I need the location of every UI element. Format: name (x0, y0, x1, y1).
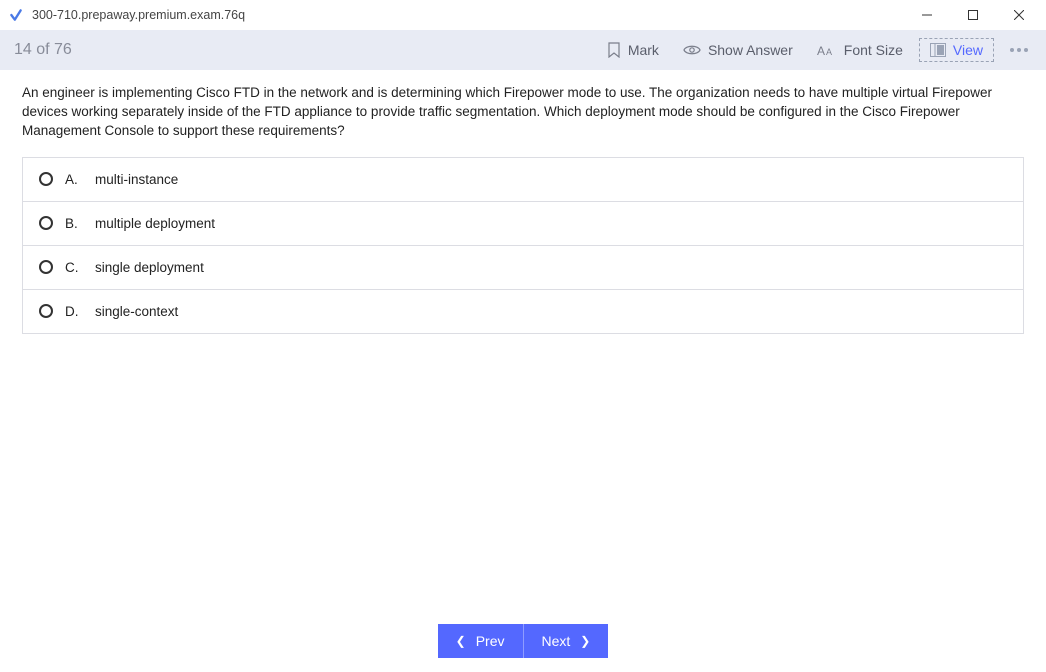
option-a[interactable]: A. multi-instance (23, 158, 1023, 201)
title-bar: 300-710.prepaway.premium.exam.76q (0, 0, 1046, 30)
option-c[interactable]: C. single deployment (23, 245, 1023, 289)
mark-label: Mark (628, 42, 659, 58)
question-text: An engineer is implementing Cisco FTD in… (22, 84, 1024, 141)
radio-icon (39, 260, 53, 274)
option-text: single deployment (95, 260, 204, 275)
show-answer-label: Show Answer (708, 42, 793, 58)
option-text: multiple deployment (95, 216, 215, 231)
chevron-left-icon: ❮ (456, 634, 466, 648)
options-list: A. multi-instance B. multiple deployment… (22, 157, 1024, 334)
bookmark-icon (607, 42, 621, 58)
font-size-label: Font Size (844, 42, 903, 58)
view-layout-icon (930, 43, 946, 57)
chevron-right-icon: ❯ (580, 634, 590, 648)
show-answer-button[interactable]: Show Answer (671, 38, 805, 62)
minimize-button[interactable] (904, 0, 950, 30)
option-letter: D. (65, 304, 83, 319)
radio-icon (39, 216, 53, 230)
mark-button[interactable]: Mark (595, 38, 671, 62)
option-letter: B. (65, 216, 83, 231)
eye-icon (683, 43, 701, 57)
next-label: Next (542, 633, 571, 649)
next-button[interactable]: Next ❯ (524, 624, 609, 658)
view-label: View (953, 42, 983, 58)
radio-icon (39, 172, 53, 186)
close-button[interactable] (996, 0, 1042, 30)
view-button[interactable]: View (919, 38, 994, 62)
font-size-button[interactable]: AA Font Size (805, 38, 915, 62)
app-icon (8, 7, 24, 23)
option-letter: C. (65, 260, 83, 275)
option-text: multi-instance (95, 172, 178, 187)
svg-text:A: A (817, 44, 825, 57)
maximize-button[interactable] (950, 0, 996, 30)
prev-button[interactable]: ❮ Prev (438, 624, 524, 658)
more-icon (1010, 48, 1014, 52)
more-button[interactable] (1004, 44, 1034, 56)
svg-text:A: A (826, 47, 832, 57)
option-letter: A. (65, 172, 83, 187)
font-size-icon: AA (817, 43, 837, 57)
window-title: 300-710.prepaway.premium.exam.76q (32, 8, 245, 22)
content-area: An engineer is implementing Cisco FTD in… (0, 70, 1046, 610)
prev-label: Prev (476, 633, 505, 649)
toolbar: 14 of 76 Mark Show Answer AA Font Size V… (0, 30, 1046, 70)
footer-nav: ❮ Prev Next ❯ (0, 610, 1046, 672)
option-b[interactable]: B. multiple deployment (23, 201, 1023, 245)
option-text: single-context (95, 304, 178, 319)
option-d[interactable]: D. single-context (23, 289, 1023, 333)
question-counter: 14 of 76 (12, 41, 72, 59)
radio-icon (39, 304, 53, 318)
